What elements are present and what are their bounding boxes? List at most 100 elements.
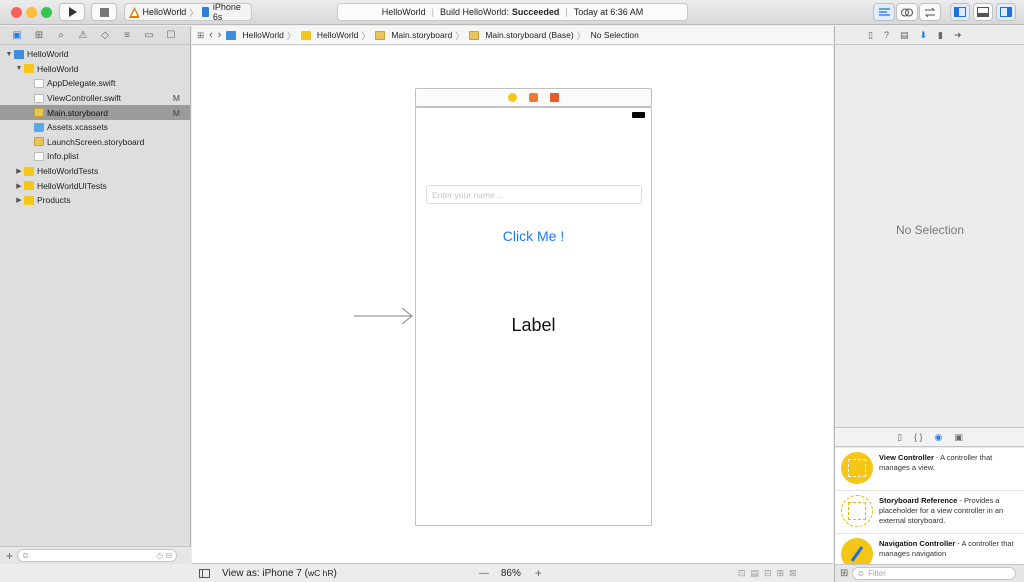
attributes-inspector-icon[interactable]: ⬇ [919,30,927,41]
crumb-project[interactable]: HelloWorld 〉 [226,29,296,42]
file-inspector-icon[interactable]: ▯ [868,30,873,41]
minimize-window-button[interactable] [26,7,37,18]
stop-icon [99,7,109,17]
inspector-no-selection: No Selection [895,223,965,237]
storyboard-icon [34,108,44,118]
scheme-selector[interactable]: HelloWorld 〉 iPhone 6s [124,2,252,22]
help-icon[interactable]: ? [884,30,889,40]
align-icon[interactable]: ⊟ [764,568,777,578]
view-controller-scene[interactable]: Enter your name... Click Me ! Label [415,107,652,526]
name-text-field[interactable]: Enter your name... [426,185,642,204]
symbol-navigator-icon[interactable]: ⊞ [32,30,46,41]
media-library-icon[interactable]: ▣ [954,432,963,443]
zoom-level: 86% [500,567,521,579]
scene-dock[interactable] [415,88,652,107]
folder-icon [24,195,34,205]
identity-inspector-icon[interactable]: ▤ [900,30,909,41]
crumb-file[interactable]: Main.storyboard 〉 [375,29,464,42]
debug-icon[interactable]: ≡ [120,30,134,41]
device-label: iPhone 6s [212,2,241,22]
navigator-item[interactable]: LaunchScreen.storyboard [0,135,190,150]
object-library-icon[interactable]: ◉ [935,432,943,443]
storyboard-reference-icon [841,495,873,527]
pin-icon[interactable]: ⊞ [776,568,789,578]
zoom-window-button[interactable] [41,7,52,18]
disclosure-closed-icon[interactable]: ▶ [14,167,24,175]
resolve-issues-icon[interactable]: ⊠ [789,568,802,578]
test-diamond-icon[interactable]: ◇ [98,30,112,41]
navigator-item-label: Main.storyboard [47,107,108,118]
folder-icon[interactable]: ▣ [10,30,24,41]
stop-button[interactable] [91,3,117,21]
back-arrow-icon[interactable]: ‹ [209,29,213,41]
library-item-title: Navigation Controller [879,539,956,548]
code-snippet-icon[interactable]: { } [914,432,923,442]
disclosure-open-icon[interactable]: ▼ [14,65,24,72]
add-icon[interactable]: + [6,549,13,563]
navigator-item[interactable]: ▶ Products [0,193,190,208]
exit-icon[interactable] [550,93,559,102]
debug-area-toggle-button[interactable] [973,3,993,21]
navigator-toggle-button[interactable] [950,3,970,21]
crumb-selection[interactable]: No Selection [591,30,639,40]
navigator-item[interactable]: ▶ HelloWorldTests [0,164,190,179]
crumb-localization[interactable]: Main.storyboard (Base) 〉 [469,29,586,42]
disclosure-open-icon[interactable]: ▼ [4,51,14,58]
navigator-item[interactable]: ViewController.swift M [0,91,190,106]
navigator-item[interactable]: ▼ HelloWorld [0,47,190,62]
click-me-button[interactable]: Click Me ! [416,228,651,244]
size-inspector-icon[interactable]: ▮ [938,30,943,41]
crumb-label: No Selection [590,30,639,40]
document-outline-toggle-icon[interactable] [199,568,210,578]
breakpoint-icon[interactable]: ▭ [142,30,156,41]
disclosure-closed-icon[interactable]: ▶ [14,182,24,190]
navigator-item[interactable]: Info.plist [0,149,190,164]
report-icon[interactable]: ☐ [164,30,178,41]
view-controller-icon[interactable] [508,93,517,102]
search-icon[interactable]: ⌕ [54,30,68,41]
update-frames-icon[interactable]: ⊡ [738,568,751,578]
related-items-icon[interactable]: ⊞ [197,30,204,41]
navigator-item-label: Assets.xcassets [47,122,108,133]
name-text-field-placeholder: Enter your name... [432,189,502,200]
navigator-item[interactable]: Main.storyboard M [0,105,190,120]
stack-icon[interactable]: ▤ [750,568,764,578]
navigator-item[interactable]: ▶ HelloWorldUITests [0,178,190,193]
navigator-filter-field[interactable]: ⊜ ◷ ⊟ [17,549,178,562]
utilities-toggle-button[interactable] [996,3,1016,21]
storyboard-canvas[interactable]: Enter your name... Click Me ! Label [192,46,833,563]
navigator-item[interactable]: ▼ HelloWorld [0,62,190,77]
crumb-group[interactable]: HelloWorld 〉 [300,29,370,42]
file-template-icon[interactable]: ▯ [897,432,902,443]
chevron-right-icon: 〉 [189,7,199,18]
standard-editor-button[interactable] [873,3,895,21]
crumb-label: Main.storyboard (Base) [485,30,574,40]
first-responder-icon[interactable] [529,93,538,102]
close-window-button[interactable] [11,7,22,18]
recent-files-icon[interactable]: ◷ ⊟ [156,551,172,560]
source-control-badge: M [172,107,180,118]
initial-view-controller-arrow[interactable] [354,308,414,324]
library-item-storyboard-reference[interactable]: Storyboard Reference - Provides a placeh… [835,491,1024,534]
library-item-view-controller[interactable]: View Controller - A controller that mana… [835,448,1024,491]
activity-project: HelloWorld [381,7,426,17]
forward-arrow-icon[interactable]: › [218,29,222,41]
output-label[interactable]: Label [416,315,651,336]
library-item-navigation-controller[interactable]: Navigation Controller - A controller tha… [835,534,1024,564]
navigator-item[interactable]: Assets.xcassets [0,120,190,135]
navigator-item[interactable]: AppDelegate.swift [0,76,190,91]
assistant-editor-button[interactable] [896,3,918,21]
library-filter-field[interactable]: ⊜ Filter [852,567,1017,580]
version-editor-button[interactable] [919,3,941,21]
zoom-out-button[interactable]: — [479,568,489,579]
view-as-selector[interactable]: View as: iPhone 7 (wC hR) [222,568,337,579]
swift-file-icon [34,78,44,88]
device-icon [202,7,210,17]
disclosure-closed-icon[interactable]: ▶ [14,196,24,204]
chevron-right-icon: 〉 [455,30,465,41]
connections-inspector-icon[interactable]: ➜ [954,30,962,41]
run-button[interactable] [59,3,85,21]
warning-icon[interactable]: ⚠ [76,30,90,41]
grid-view-icon[interactable]: ⊞ [840,568,848,579]
zoom-in-button[interactable]: + [535,566,542,580]
